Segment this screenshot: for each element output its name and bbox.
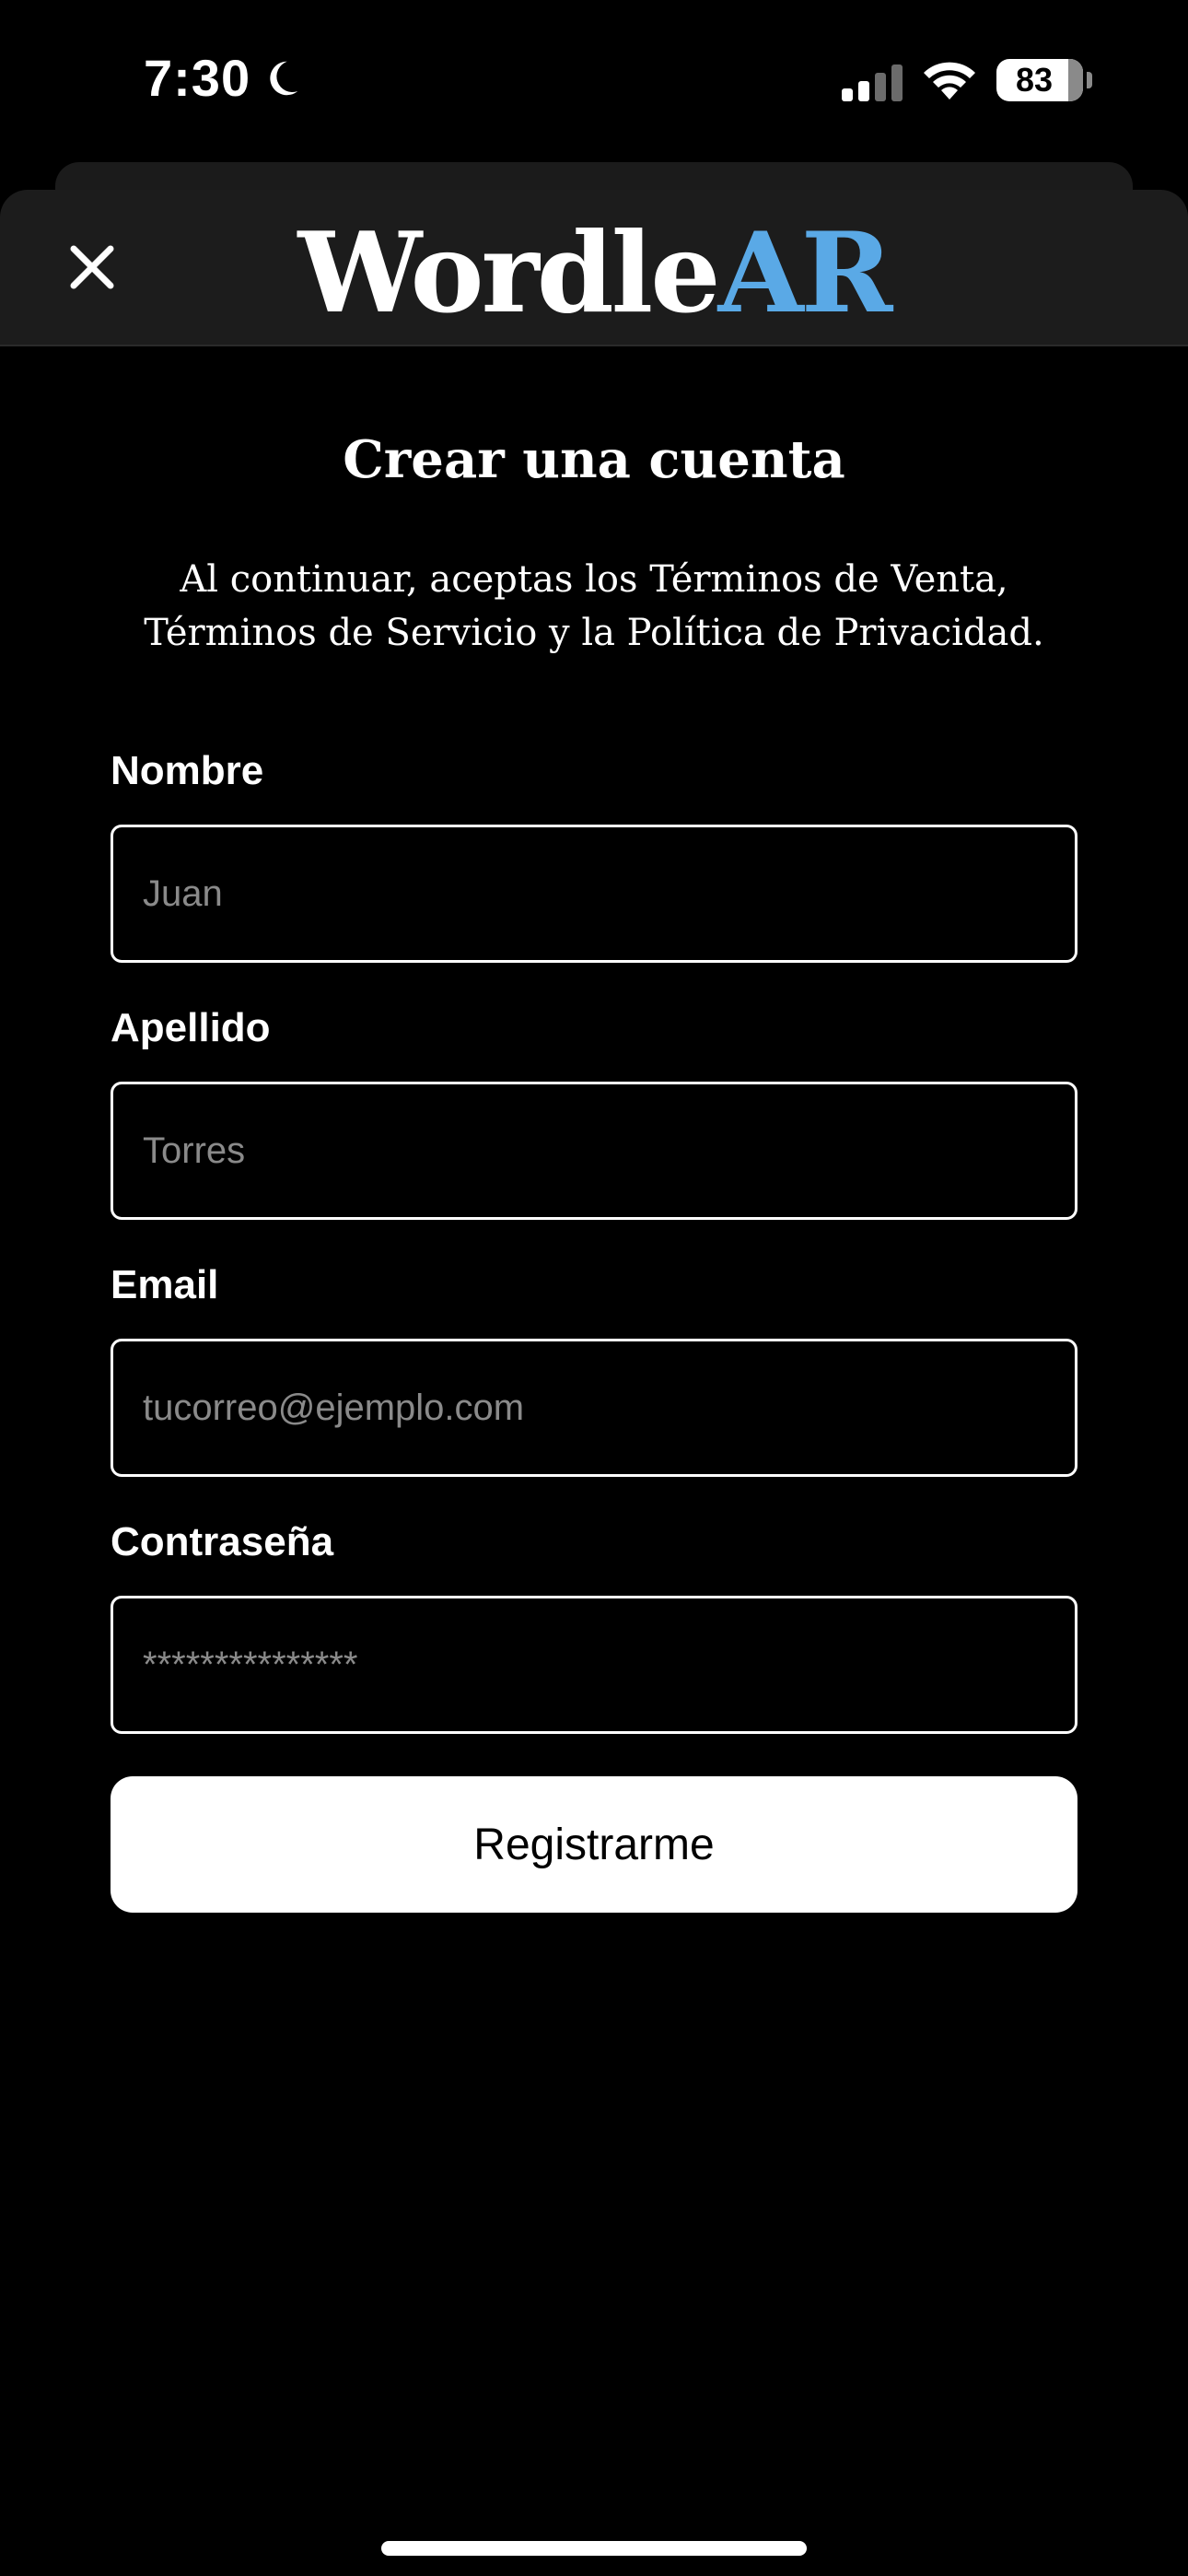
register-button[interactable]: Registrarme <box>111 1776 1077 1913</box>
email-input[interactable] <box>111 1339 1077 1477</box>
terms-notice: Al continuar, aceptas los Términos de Ve… <box>144 558 1044 654</box>
battery-icon: 83 <box>996 59 1083 101</box>
signup-screen: 7:30 83 WordleAR Crear una cuenta Al con… <box>0 0 1188 2576</box>
email-label: Email <box>111 1262 219 1307</box>
logo-accent: AR <box>717 208 893 338</box>
cellular-signal-icon <box>842 64 903 101</box>
logo-main: Wordle <box>297 208 721 338</box>
password-label: Contraseña <box>111 1519 334 1564</box>
first-name-input[interactable] <box>111 825 1077 963</box>
status-time-group: 7:30 <box>144 48 302 108</box>
first-name-label: Nombre <box>111 748 264 793</box>
last-name-input[interactable] <box>111 1082 1077 1220</box>
last-name-label: Apellido <box>111 1005 271 1050</box>
home-indicator <box>381 2541 807 2556</box>
page-title: Crear una cuenta <box>343 429 845 490</box>
wifi-icon <box>924 62 975 100</box>
battery-level: 83 <box>1015 61 1054 99</box>
status-time: 7:30 <box>144 49 251 107</box>
moon-icon <box>270 61 298 95</box>
status-bar: 7:30 83 <box>0 0 1188 157</box>
password-input[interactable] <box>111 1596 1077 1734</box>
app-logo: WordleAR <box>0 214 1188 334</box>
battery-nub <box>1087 72 1092 88</box>
